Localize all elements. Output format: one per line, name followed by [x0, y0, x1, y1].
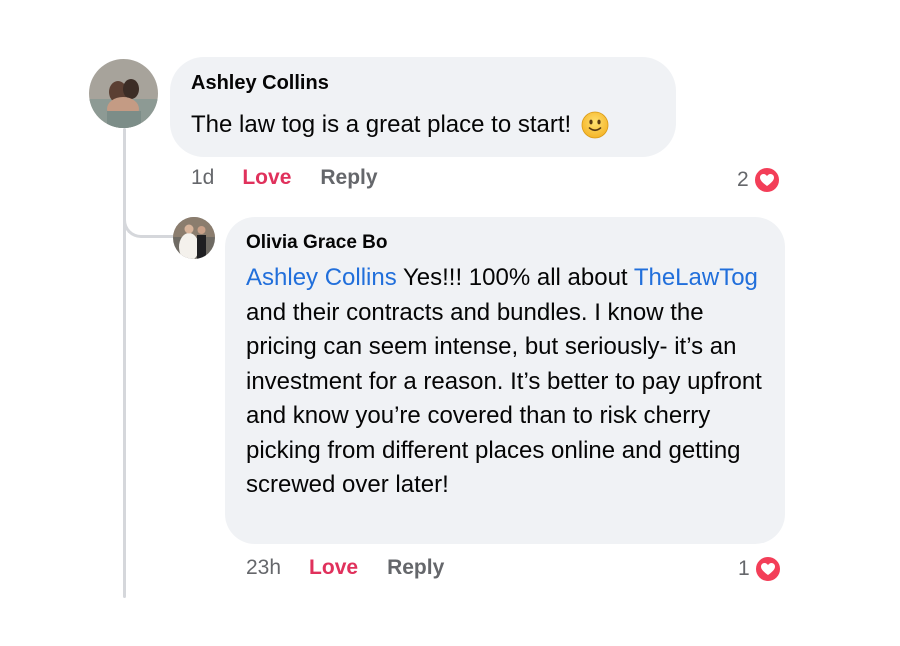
- comment-actions: 23h Love Reply: [246, 556, 444, 580]
- comment-author[interactable]: Olivia Grace Bo: [246, 231, 765, 255]
- comment-body-part: Yes!!! 100% all about: [396, 264, 634, 291]
- heart-icon: [752, 166, 781, 194]
- comment-timestamp[interactable]: 23h: [246, 556, 281, 580]
- comment-bubble: Ashley Collins The law tog is a great pl…: [170, 57, 676, 157]
- user-mention-link[interactable]: Ashley Collins: [246, 264, 397, 291]
- comment-text: The law tog is a great place to start!: [191, 108, 656, 142]
- comment-author[interactable]: Ashley Collins: [191, 71, 656, 95]
- comment-body: The law tog is a great place to start!: [191, 111, 572, 138]
- reply-branch-connector: [123, 206, 173, 238]
- reaction-count: 1: [738, 557, 750, 580]
- page-mention-link[interactable]: TheLawTog: [634, 264, 758, 291]
- comment-actions: 1d Love Reply: [191, 166, 378, 190]
- comment-text: Ashley Collins Yes!!! 100% all about The…: [246, 261, 765, 503]
- thread-line: [123, 128, 126, 598]
- reaction-summary[interactable]: 2: [737, 166, 781, 194]
- reaction-summary[interactable]: 1: [738, 555, 782, 583]
- avatar[interactable]: [89, 59, 158, 128]
- comment-bubble: Olivia Grace Bo Ashley Collins Yes!!! 10…: [225, 217, 785, 544]
- slightly-smiling-face-icon: [581, 111, 609, 139]
- heart-icon: [753, 555, 782, 583]
- avatar[interactable]: [173, 217, 215, 259]
- love-button[interactable]: Love: [309, 556, 358, 580]
- reply-button[interactable]: Reply: [387, 556, 444, 580]
- comment-timestamp[interactable]: 1d: [191, 166, 214, 190]
- reaction-count: 2: [737, 168, 749, 191]
- reply-button[interactable]: Reply: [320, 166, 377, 190]
- love-button[interactable]: Love: [242, 166, 291, 190]
- comment-body-part: and their contracts and bundles. I know …: [246, 298, 762, 499]
